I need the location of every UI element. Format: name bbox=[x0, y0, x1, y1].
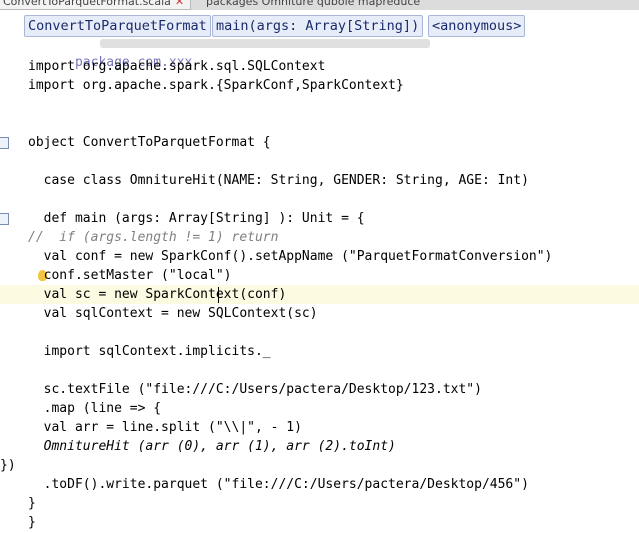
code-line: sc.textFile ("file:///C:/Users/pactera/D… bbox=[0, 380, 639, 399]
code-line-text: conf.setMaster ("local") bbox=[28, 268, 232, 283]
code-line: import org.apache.spark.{SparkConf,Spark… bbox=[0, 76, 639, 95]
tab-label: ConvertToParquetFormat.scala bbox=[3, 0, 171, 8]
code-line: package com.xxx bbox=[0, 34, 639, 70]
code-line-text: } bbox=[28, 515, 36, 530]
code-line: import sqlContext.implicits._ bbox=[0, 342, 639, 361]
code-line-text: import sqlContext.implicits._ bbox=[28, 344, 271, 359]
code-line-text: case class OmnitureHit(NAME: String, GEN… bbox=[28, 173, 529, 188]
code-line-text: } bbox=[28, 496, 36, 511]
code-line: val sqlContext = new SQLContext(sc) bbox=[0, 304, 639, 323]
code-line: val conf = new SparkConf().setAppName ("… bbox=[0, 247, 639, 266]
editor-tab-bar: ConvertToParquetFormat.scala ✕ packages O… bbox=[0, 0, 639, 10]
text-caret bbox=[218, 287, 219, 303]
code-line-text: val conf = new SparkConf().setAppName ("… bbox=[28, 249, 553, 264]
code-line: // if (args.length != 1) return bbox=[0, 228, 639, 247]
code-line-text: val sqlContext = new SQLContext(sc) bbox=[28, 306, 318, 321]
code-line: } bbox=[0, 513, 639, 532]
code-line-text: object ConvertToParquetFormat { bbox=[28, 135, 271, 150]
code-line: import org.apache.spark.sql.SQLContext bbox=[0, 57, 639, 76]
code-line: .map (line => { bbox=[0, 399, 639, 418]
code-line-text: }) bbox=[0, 458, 16, 473]
code-line-text: def main (args: Array[String] ): Unit = … bbox=[28, 211, 365, 226]
code-line-text: .map (line => { bbox=[28, 401, 162, 416]
code-line: object ConvertToParquetFormat { bbox=[0, 133, 639, 152]
tab-label: packages Omniture qubole mapreduce bbox=[206, 0, 421, 8]
code-line: val arr = line.split ("\\|", - 1) bbox=[0, 418, 639, 437]
code-line: def main (args: Array[String] ): Unit = … bbox=[0, 209, 639, 228]
code-line-text: .toDF().write.parquet ("file:///C:/Users… bbox=[28, 477, 529, 492]
code-line: }) bbox=[0, 456, 639, 475]
code-line-text: import org.apache.spark.{SparkConf,Spark… bbox=[28, 78, 404, 93]
redacted-block bbox=[100, 39, 430, 48]
code-line-text: // if (args.length != 1) return bbox=[28, 230, 279, 245]
code-line: conf.setMaster ("local") bbox=[0, 266, 639, 285]
code-line: OmnitureHit (arr (0), arr (1), arr (2).t… bbox=[0, 437, 639, 456]
code-line: case class OmnitureHit(NAME: String, GEN… bbox=[0, 171, 639, 190]
code-line-text: val arr = line.split ("\\|", - 1) bbox=[28, 420, 302, 435]
code-line: .toDF().write.parquet ("file:///C:/Users… bbox=[0, 475, 639, 494]
fold-marker-icon[interactable] bbox=[0, 137, 9, 149]
tab-packages[interactable]: packages Omniture qubole mapreduce bbox=[200, 0, 426, 9]
code-line-text: sc.textFile ("file:///C:/Users/pactera/D… bbox=[28, 382, 482, 397]
close-icon[interactable]: ✕ bbox=[175, 0, 184, 8]
code-line-current: val sc = new SparkContext(conf) bbox=[0, 285, 639, 304]
tab-convert-to-parquet[interactable]: ConvertToParquetFormat.scala ✕ bbox=[0, 0, 192, 10]
fold-marker-icon[interactable] bbox=[0, 213, 9, 225]
code-line-text: import org.apache.spark.sql.SQLContext bbox=[28, 59, 326, 74]
code-line-text: OmnitureHit (arr (0), arr (1), arr (2).t… bbox=[28, 439, 396, 454]
code-line: } bbox=[0, 494, 639, 513]
code-line-text: val sc = new SparkContext(conf) bbox=[28, 287, 287, 302]
code-editor[interactable]: package com.xxx import org.apache.spark.… bbox=[0, 39, 639, 533]
